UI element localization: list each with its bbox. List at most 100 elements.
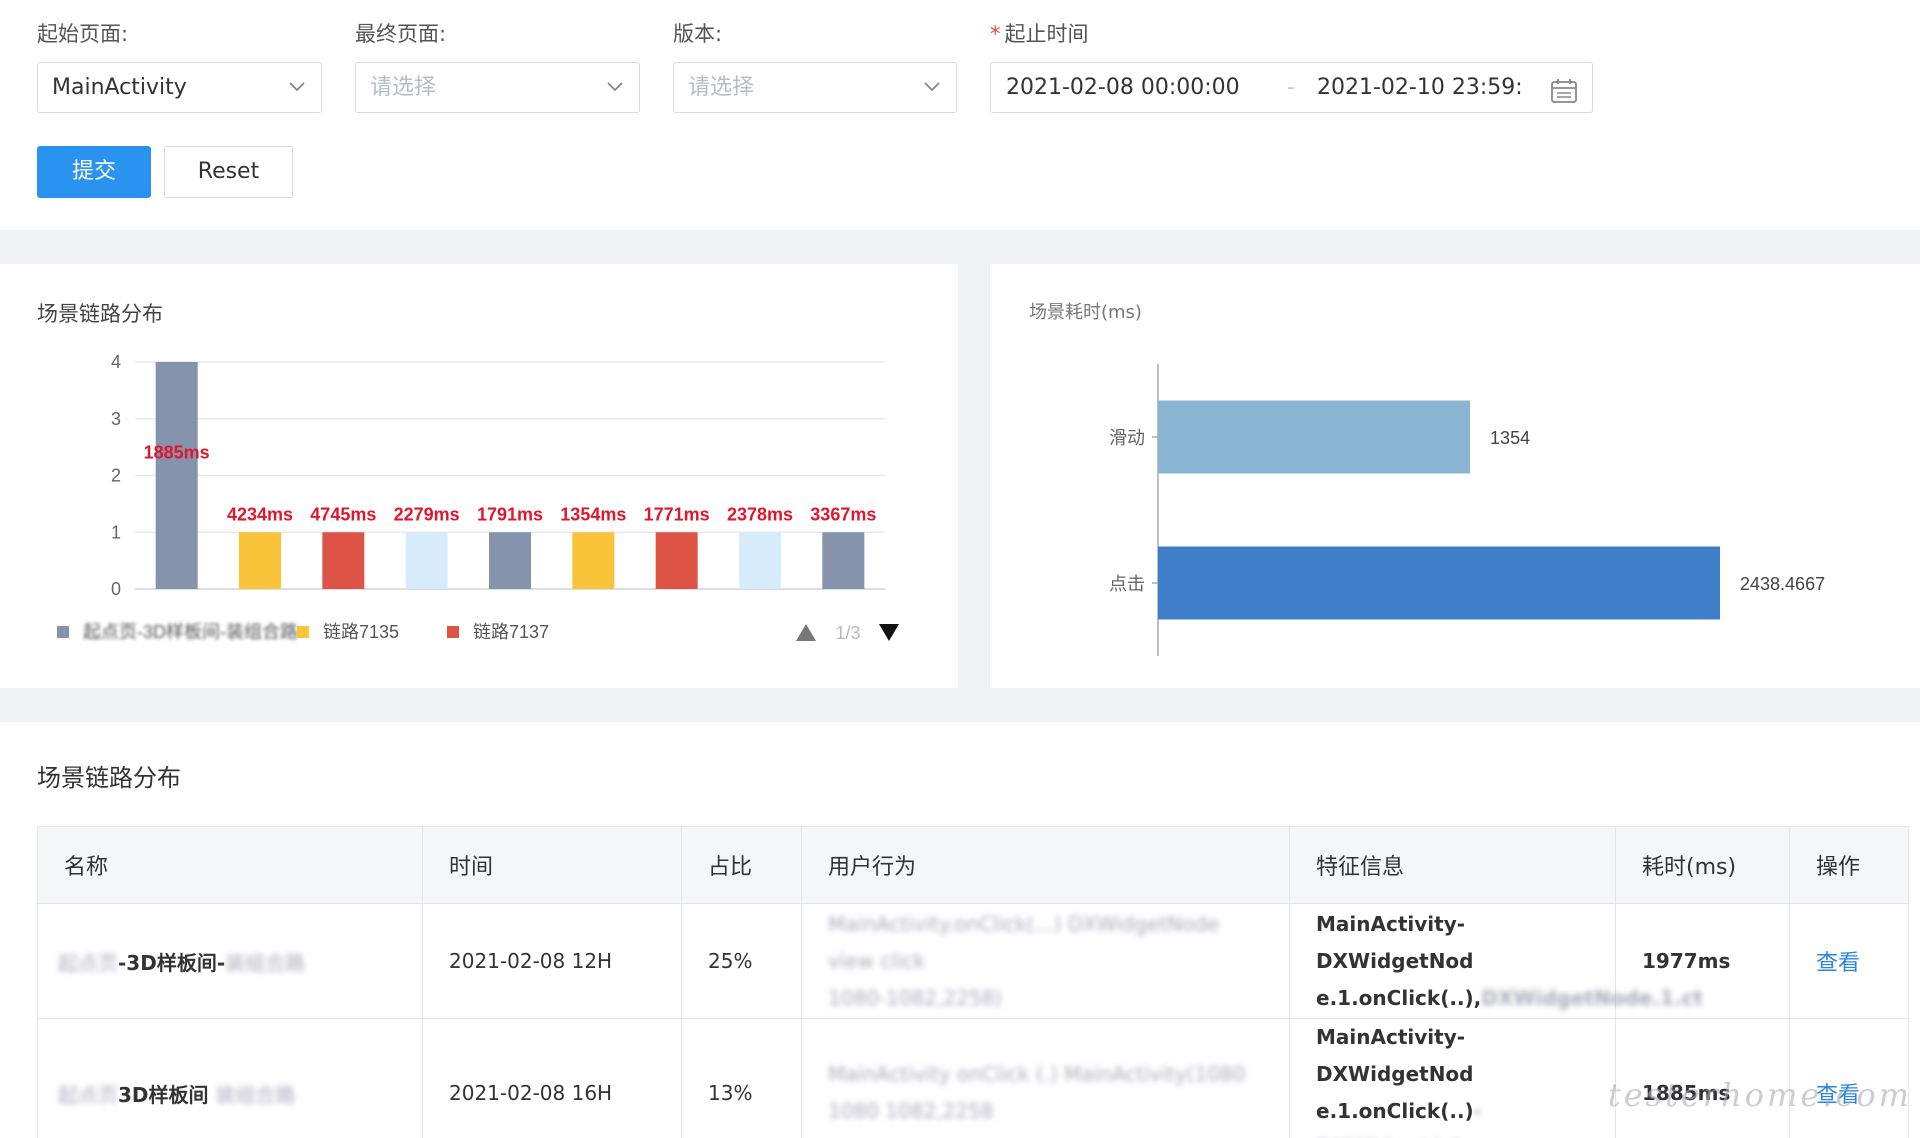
bar[interactable]: [405, 532, 448, 589]
y-tick-label: 2: [111, 466, 121, 486]
blurred-text: MainActivity onClick (.) MainActivity(10…: [828, 1062, 1246, 1086]
cell-feature: MainActivity-DXWidgetNod e.1.onClick(..)…: [1289, 1018, 1616, 1138]
version-select[interactable]: 请选择: [673, 62, 957, 113]
bar[interactable]: [572, 532, 615, 589]
chain-distribution-chart: 0 1 2 3 4 1885ms 4234ms 4745ms 2279ms 1791ms 1354m…: [57, 352, 899, 643]
table-row: 起点页-3D样板间-装组合路 2021-02-08 12H 25% MainAc…: [37, 903, 1909, 1019]
version-label: 版本:: [673, 22, 723, 46]
date-separator: -: [1287, 75, 1295, 100]
legend-swatch[interactable]: [57, 626, 69, 638]
required-mark: *: [990, 22, 1001, 46]
y-tick-label: 0: [111, 579, 121, 599]
cell-name: 起点页3D样板间 装组合路: [37, 1018, 423, 1138]
y-tick-label: 4: [111, 352, 121, 372]
col-header-time: 时间: [422, 826, 682, 904]
bar[interactable]: [322, 532, 365, 589]
value-label: 2438.4667: [1740, 574, 1825, 594]
data-label: 1791ms: [477, 504, 543, 524]
col-header-action: 操作: [1789, 826, 1909, 904]
bar[interactable]: [1158, 546, 1720, 620]
start-page-value: MainActivity: [52, 75, 187, 100]
end-date-input[interactable]: 2021-02-10 23:59:: [1317, 63, 1523, 112]
data-label: 3367ms: [810, 504, 876, 524]
legend-label[interactable]: 链路7135: [323, 622, 399, 642]
chevron-down-icon: [607, 80, 623, 94]
cell-action: 查看: [1789, 903, 1909, 1019]
data-label: 1771ms: [644, 504, 710, 524]
data-label: 4234ms: [227, 504, 293, 524]
legend-next-icon[interactable]: [879, 624, 899, 641]
bar[interactable]: [489, 532, 531, 589]
data-label: 2279ms: [394, 504, 460, 524]
name-text: 3D样板间: [118, 1082, 216, 1107]
value-label: 1354: [1490, 428, 1530, 448]
blurred-text: DXWidgetNode.1.ct: [1481, 985, 1703, 1010]
bar[interactable]: [1158, 400, 1471, 474]
col-header-behavior: 用户行为: [801, 826, 1290, 904]
y-tick-label: 3: [111, 409, 121, 429]
chain-table-card: 场景链路分布 名称 时间 占比 用户行为 特征信息 耗时(ms) 操作 起点页-…: [0, 722, 1920, 1138]
bar[interactable]: [822, 532, 865, 589]
bar[interactable]: [239, 532, 281, 589]
page: 起始页面: MainActivity 最终页面: 请选择 版本: 请选择 * 起止…: [0, 0, 1920, 1138]
col-header-ratio: 占比: [681, 826, 802, 904]
bar[interactable]: [655, 532, 698, 589]
legend-label[interactable]: 起点页-3D样板间-装组合路: [83, 622, 298, 642]
cell-feature: MainActivity-DXWidgetNod e.1.onClick(..)…: [1289, 903, 1703, 1019]
view-link[interactable]: 查看: [1816, 951, 1860, 976]
start-date-input[interactable]: 2021-02-08 00:00:00: [1006, 63, 1240, 112]
table-title: 场景链路分布: [37, 764, 181, 792]
cell-name: 起点页-3D样板间-装组合路: [37, 903, 423, 1019]
cell-behavior: MainActivity.onClick(...) DXWidgetNode v…: [801, 903, 1290, 1019]
feature-line: MainActivity-DXWidgetNod: [1316, 1025, 1474, 1086]
blurred-text: 装组合路: [215, 1082, 296, 1107]
chevron-down-icon: [289, 80, 305, 94]
data-label: 1354ms: [560, 504, 626, 524]
reset-button[interactable]: Reset: [164, 146, 293, 198]
legend-label[interactable]: 链路7137: [473, 622, 549, 642]
legend-swatch[interactable]: [447, 626, 459, 638]
cell-ratio: 25%: [681, 903, 802, 1019]
legend-swatch[interactable]: [297, 626, 309, 638]
watermark: testerhome.com: [1607, 1076, 1912, 1114]
scene-duration-chart: 滑动 1354 点击 2438.4667: [1109, 364, 1825, 656]
blurred-text: 起点页: [58, 1082, 118, 1107]
legend-page-indicator: 1/3: [835, 623, 860, 643]
time-range-label-text: 起止时间: [1004, 22, 1089, 46]
submit-button[interactable]: 提交: [37, 146, 151, 198]
calendar-icon[interactable]: [1550, 74, 1578, 103]
bar[interactable]: [739, 532, 781, 589]
y-tick-label: 1: [111, 522, 121, 542]
date-range-picker[interactable]: 2021-02-08 00:00:00 - 2021-02-10 23:59:: [990, 62, 1593, 113]
filter-panel: 起始页面: MainActivity 最终页面: 请选择 版本: 请选择 * 起止…: [0, 0, 1920, 230]
end-page-select[interactable]: 请选择: [355, 62, 640, 113]
col-header-feature: 特征信息: [1289, 826, 1616, 904]
data-label: 2378ms: [727, 504, 793, 524]
chain-distribution-chart-card: 场景链路分布 0 1 2 3 4 1885ms 4234ms 4745ms 2279ms 1791…: [0, 264, 958, 688]
cell-time: 2021-02-08 12H: [422, 903, 682, 1019]
start-page-select[interactable]: MainActivity: [37, 62, 322, 113]
table-header-row: 名称 时间 占比 用户行为 特征信息 耗时(ms) 操作: [37, 826, 1909, 904]
time-range-label: * 起止时间: [990, 18, 1089, 48]
cell-time: 2021-02-08 16H: [422, 1018, 682, 1138]
cell-behavior: MainActivity onClick (.) MainActivity(10…: [801, 1018, 1290, 1138]
category-label: 点击: [1109, 574, 1145, 594]
legend-prev-icon[interactable]: [796, 624, 816, 641]
feature-line: e.1.onClick(..),: [1316, 985, 1482, 1010]
category-label: 滑动: [1109, 428, 1145, 448]
name-text: -3D样板间-: [118, 950, 226, 975]
start-page-label: 起始页面:: [37, 22, 129, 46]
blurred-text: MainActivity.onClick(...) DXWidgetNode v…: [828, 911, 1220, 973]
bar[interactable]: [155, 362, 198, 589]
blurred-text: 装组合路: [225, 950, 306, 975]
col-header-name: 名称: [37, 826, 423, 904]
blurred-text: 起点页: [58, 950, 118, 975]
data-label: 4745ms: [310, 504, 376, 524]
col-header-cost: 耗时(ms): [1615, 826, 1790, 904]
blurred-text: 1080-1082,2258): [828, 985, 1003, 1010]
feature-line: MainActivity-DXWidgetNod: [1316, 911, 1474, 973]
blurred-text: 1080 1082,2258: [828, 1099, 994, 1123]
data-label: 1885ms: [144, 442, 210, 462]
end-page-label: 最终页面:: [355, 22, 447, 46]
cell-ratio: 13%: [681, 1018, 802, 1138]
